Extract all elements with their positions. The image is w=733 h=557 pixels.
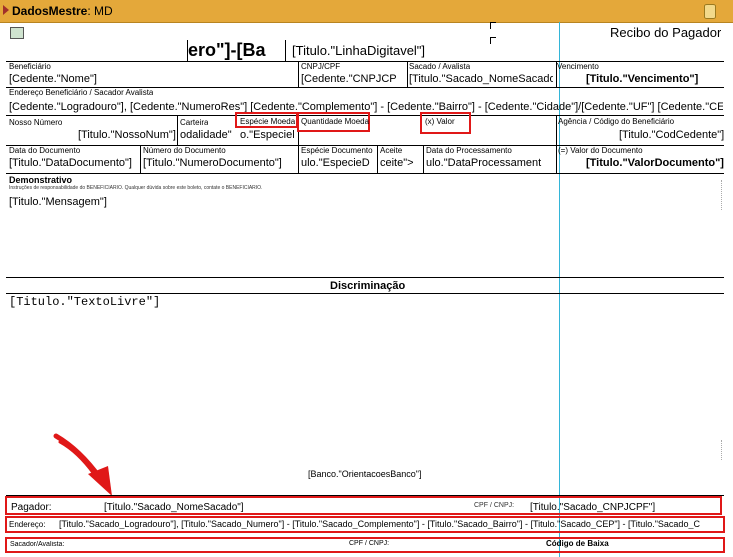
demonstrativo-top-line (6, 173, 724, 174)
orientacoes-banco-field[interactable]: [Banco."OrientacoesBanco"] (308, 469, 421, 479)
aceite-field[interactable]: ceite"> (380, 157, 420, 169)
sacador-avalista-caption: Sacador/Avalista: (10, 541, 65, 548)
texto-livre-field[interactable]: [Titulo."TextoLivre"] (9, 295, 160, 309)
linha-digitavel-field[interactable]: [Titulo."LinhaDigitavel"] (292, 43, 425, 58)
data-processamento-field[interactable]: ulo."DataProcessament (426, 157, 554, 169)
endereco-pagador-caption: Endereço: (9, 520, 46, 529)
pagador-nome-field[interactable]: [Titulo."Sacado_NomeSacado"] (104, 502, 244, 513)
nosso-numero-field[interactable]: [Titulo."NossoNum"] (78, 129, 176, 141)
database-icon[interactable] (704, 4, 716, 19)
agencia-codigo-caption: Agência / Código do Beneficiário (558, 117, 675, 126)
vencimento-caption: Vencimento (557, 62, 599, 71)
cnpjcpf-field[interactable]: [Cedente."CNPJCP (301, 73, 405, 85)
discriminacao-title: Discriminação (330, 280, 406, 292)
numero-documento-caption: Número do Documento (143, 146, 226, 155)
row4-divider (556, 145, 557, 173)
band-collapse-icon[interactable] (3, 5, 9, 15)
row3-divider (556, 115, 557, 145)
cnpjcpf-caption: CNPJ/CPF (301, 62, 341, 71)
row1-top-line (6, 61, 724, 62)
valor-documento-field[interactable]: [Titulo."ValorDocumento"] (586, 157, 724, 169)
band-header-dadosmestre[interactable]: DadosMestre: MD (0, 0, 733, 23)
bank-logo-image[interactable] (10, 27, 24, 39)
header-divider-1 (187, 40, 188, 62)
pagador-cpf-field[interactable]: [Titulo."Sacado_CNPJCPF"] (530, 502, 655, 513)
discriminacao-top-line (6, 277, 724, 278)
recibo-pagador-title[interactable]: Recibo do Pagador (610, 25, 721, 40)
row1-divider (298, 61, 299, 87)
carteira-caption: Carteira (180, 118, 209, 127)
row3-divider (177, 115, 178, 145)
instrucoes-text: Instruções de responsabilidade do BENEFI… (9, 185, 263, 191)
corner-mark (490, 22, 496, 29)
pagador-label: Pagador: (11, 502, 52, 513)
data-documento-caption: Data do Documento (9, 146, 81, 155)
row4-divider (423, 145, 424, 173)
especie-moeda-caption: Espécie Moeda (240, 117, 296, 126)
row4-divider (140, 145, 141, 173)
beneficiario-caption: Beneficiário (9, 62, 51, 71)
band-title: DadosMestre: MD (12, 4, 113, 18)
discriminacao-bottom-line (6, 293, 724, 294)
codigo-cedente-field[interactable]: [Titulo."CodCedente"] (619, 129, 724, 141)
valor-caption: (x) Valor (425, 117, 455, 126)
aceite-caption: Aceite (380, 146, 403, 155)
endereco-pagador-field[interactable]: [Titulo."Sacado_Logradouro"], [Titulo."S… (59, 519, 723, 529)
especie-moeda-field[interactable]: o."Especiel (240, 129, 298, 141)
nosso-numero-caption: Nosso Número (9, 118, 63, 127)
carteira-field[interactable]: odalidade" (180, 129, 235, 141)
sacador-cpf-caption: CPF / CNPJ: (349, 540, 390, 547)
corner-mark (490, 37, 496, 44)
row4-divider (298, 145, 299, 173)
sacado-nome-field[interactable]: [Titulo."Sacado_NomeSacado (409, 73, 553, 85)
page-margin-mark (721, 180, 722, 210)
red-arrow-annotation (53, 433, 112, 496)
page-margin-mark (721, 440, 722, 460)
codigo-baixa-caption: Código de Baixa (546, 539, 609, 548)
vencimento-field[interactable]: [Titulo."Vencimento"] (586, 73, 698, 85)
endereco-beneficiario-caption: Endereço Beneficiário / Sacador Avalista (9, 88, 154, 97)
valor-documento-caption: (=) Valor do Documento (558, 146, 643, 155)
demonstrativo-title: Demonstrativo (9, 175, 73, 185)
mensagem-field[interactable]: [Titulo."Mensagem"] (9, 196, 107, 208)
data-documento-field[interactable]: [Titulo."DataDocumento"] (9, 157, 139, 169)
quantidade-moeda-caption: Quantidade Moeda (301, 117, 370, 126)
sacado-avalista-caption: Sacado / Avalista (409, 62, 471, 71)
especie-documento-field[interactable]: ulo."EspecieD (301, 157, 375, 169)
band-name: DadosMestre (12, 4, 88, 18)
data-processamento-caption: Data do Processamento (426, 146, 512, 155)
band-dataset: MD (94, 4, 113, 18)
row1-divider (407, 61, 408, 87)
especie-documento-caption: Espécie Documento (301, 146, 373, 155)
numero-documento-field[interactable]: [Titulo."NumeroDocumento"] (143, 157, 295, 169)
pagador-cpf-caption: CPF / CNPJ: (474, 502, 515, 509)
row4-divider (377, 145, 378, 173)
beneficiario-field[interactable]: [Cedente."Nome"] (9, 73, 97, 85)
codigo-banco-field[interactable]: ero"]-[Ba (188, 40, 284, 61)
header-divider-2 (285, 40, 286, 62)
